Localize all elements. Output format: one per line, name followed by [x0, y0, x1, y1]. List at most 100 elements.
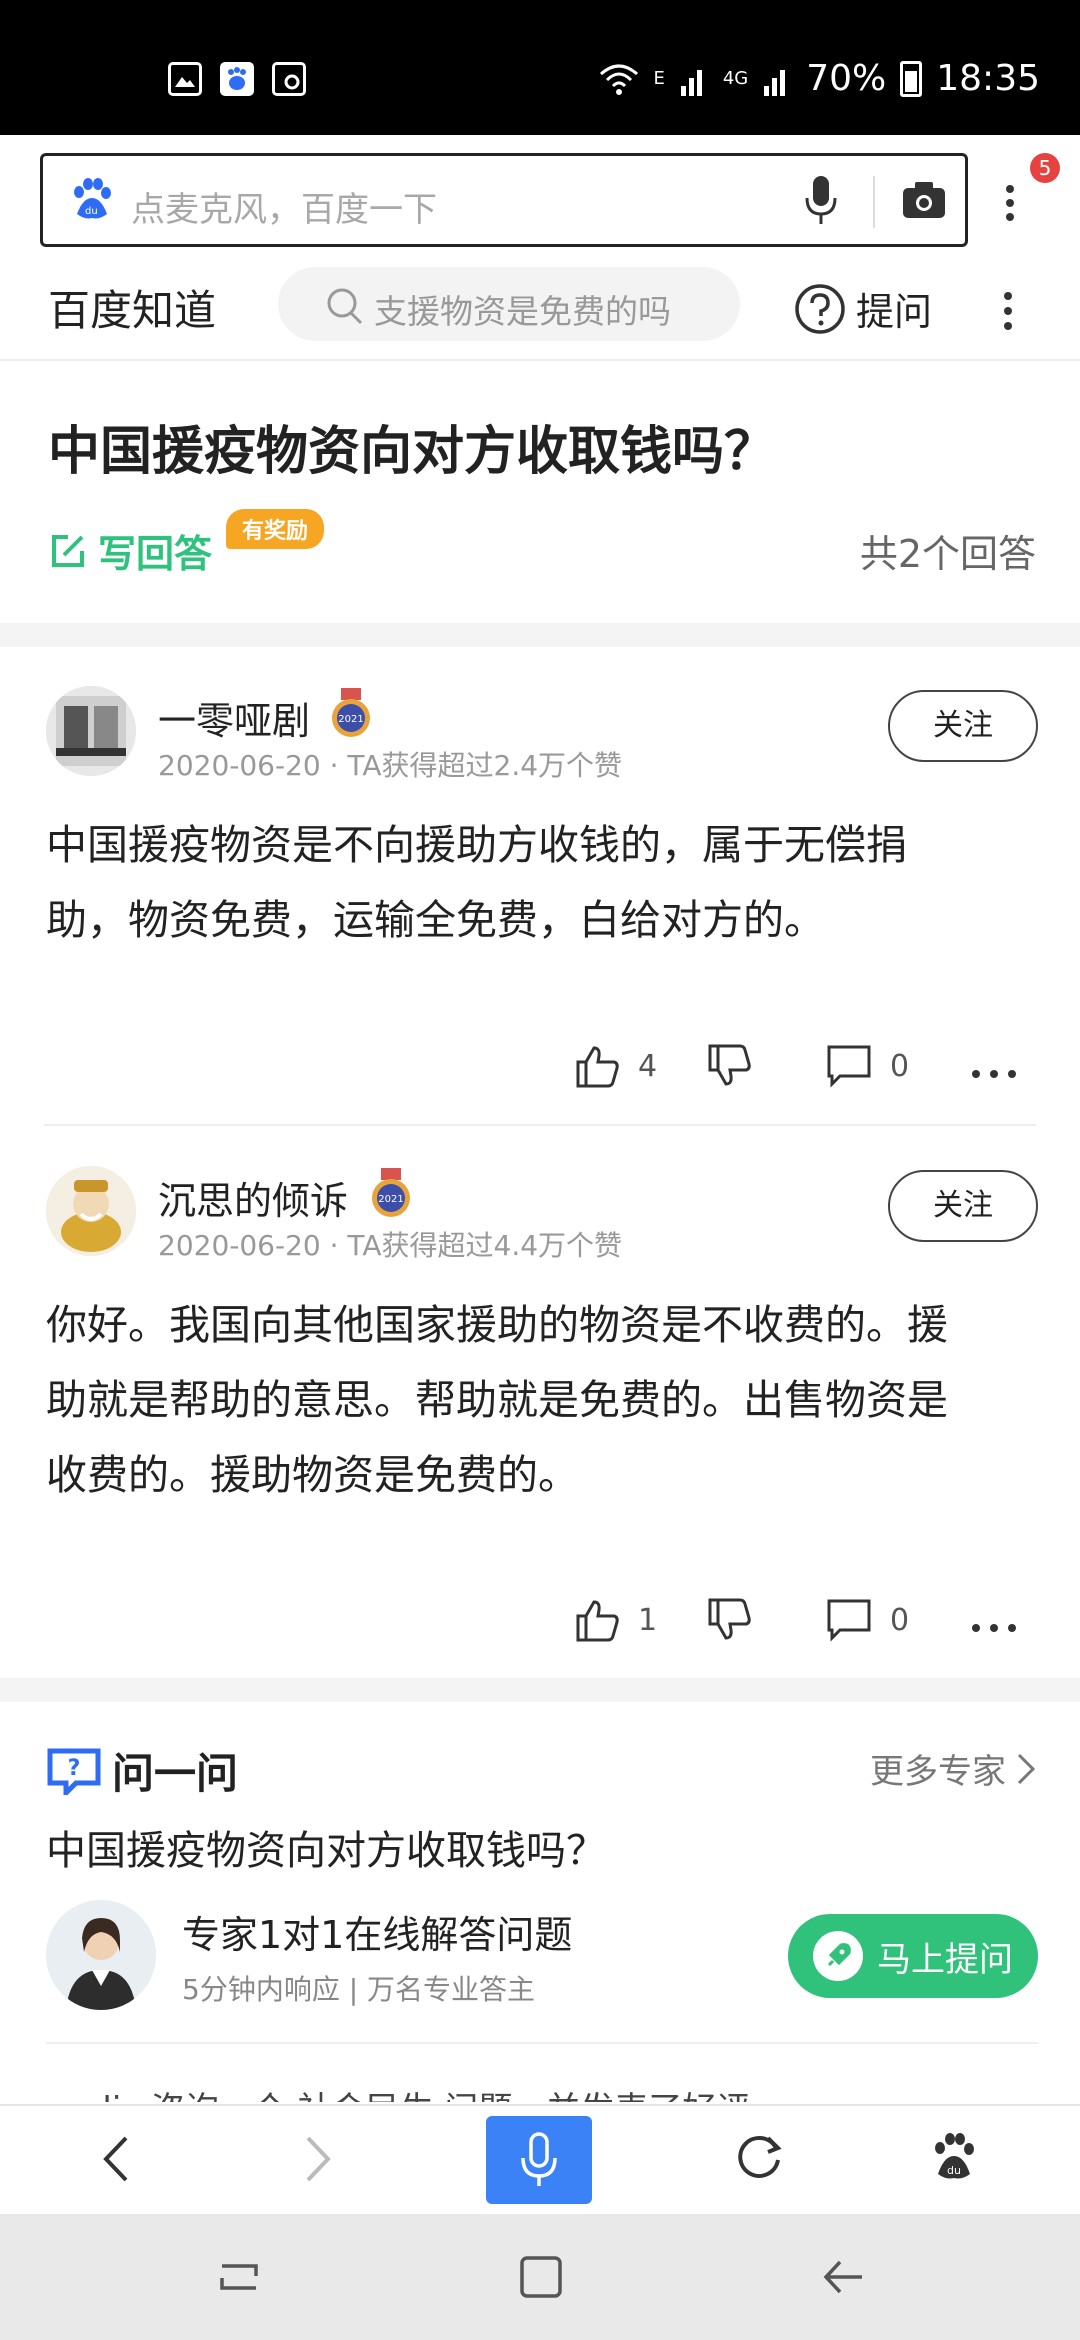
divider: [46, 2042, 1038, 2044]
avatar[interactable]: [46, 686, 136, 776]
expert-avatar: [46, 1900, 156, 2010]
browser-search-box[interactable]: du 点麦克风，百度一下: [40, 153, 968, 247]
medal-label: 2021: [378, 1194, 403, 1205]
network-small-label: E: [653, 68, 665, 89]
follow-button[interactable]: 关注: [888, 1170, 1038, 1242]
activity-row: garlic 咨询一个 社会民生 问题，并发表了好评: [46, 2082, 946, 2102]
zhidao-header: 百度知道 支援物资是免费的吗 提问: [0, 265, 1080, 361]
forward-icon[interactable]: [304, 2134, 334, 2184]
microphone-icon[interactable]: [803, 174, 839, 228]
voice-search-button[interactable]: [486, 2116, 592, 2204]
back-icon[interactable]: [100, 2134, 130, 2184]
ask-now-button[interactable]: 马上提问: [788, 1914, 1038, 1998]
network-label: 4G: [722, 68, 749, 89]
recent-apps-icon[interactable]: [216, 2254, 262, 2300]
search-separator: [873, 176, 875, 228]
thumbs-up-icon: [576, 1046, 619, 1088]
gallery-icon: [168, 62, 202, 96]
ask-section: ? 问一问 更多专家 中国援疫物资向对方收取钱吗？ 专家1对1在线解答问题 5分…: [0, 1700, 1080, 2102]
thumbs-down-icon: [708, 1044, 751, 1086]
search-icon: [327, 288, 363, 325]
wifi-icon: [600, 64, 639, 95]
search-placeholder: 点麦克风，百度一下: [131, 190, 437, 230]
expert-subtitle: 5分钟内响应 | 万名专业答主: [182, 1973, 536, 2006]
comment-icon: [827, 1599, 871, 1642]
ask-now-label: 马上提问: [877, 1939, 1013, 1980]
answer-line: 中国援疫物资是不向援助方收钱的，属于无偿捐: [46, 821, 907, 869]
help-circle-icon: [795, 283, 845, 334]
write-answer-label: 写回答: [98, 532, 213, 576]
medal-icon: 2021: [372, 1168, 410, 1217]
ask-question-text[interactable]: 中国援疫物资向对方收取钱吗？: [46, 1818, 606, 1876]
dislike-button[interactable]: [706, 1044, 752, 1088]
signal-icon: [680, 69, 702, 96]
like-button[interactable]: 4: [574, 1044, 657, 1088]
follow-button[interactable]: 关注: [888, 690, 1038, 762]
baidu-paw-icon[interactable]: du: [930, 2132, 978, 2182]
refresh-icon[interactable]: [734, 2132, 784, 2182]
microphone-icon: [521, 2132, 557, 2186]
more-experts-label: 更多专家: [870, 1752, 1006, 1792]
answer-actions: 4 0: [0, 1044, 1080, 1104]
answer-line: 你好。我国向其他国家援助的物资是不收费的。援: [46, 1301, 948, 1349]
more-experts-link[interactable]: 更多专家: [870, 1744, 1036, 1793]
question-title: 中国援疫物资向对方收取钱吗？: [48, 422, 777, 482]
question-block: 中国援疫物资向对方收取钱吗？ 写回答 有奖励 共2个回答: [0, 363, 1080, 623]
zhidao-search-input[interactable]: 支援物资是免费的吗: [278, 267, 740, 341]
comment-button[interactable]: 0: [826, 1598, 909, 1642]
zhidao-logo[interactable]: 百度知道: [48, 277, 216, 338]
home-icon[interactable]: [518, 2254, 564, 2300]
medal-icon: 2021: [332, 688, 370, 737]
like-count: 1: [638, 1602, 658, 1638]
answer-more-button[interactable]: [972, 1070, 1016, 1078]
comment-count: 0: [890, 1602, 910, 1638]
divider: [44, 1124, 1036, 1126]
ask-section-header: ? 问一问: [46, 1740, 238, 1801]
baidu-paw-icon: du: [74, 178, 111, 219]
answer-meta: 2020-06-20 · TA获得超过4.4万个赞: [158, 1229, 623, 1262]
ask-question-button[interactable]: 提问: [794, 281, 932, 336]
answer-line: 助，物资免费，运输全免费，白给对方的。: [46, 896, 825, 944]
ask-section-title: 问一问: [112, 1749, 239, 1798]
baidu-icon: [220, 62, 254, 96]
nav-back-icon[interactable]: [820, 2254, 866, 2300]
answer-line: 收费的。援助物资是免费的。: [46, 1451, 579, 1499]
notification-badge: 5: [1030, 153, 1060, 183]
section-gap: [0, 1678, 1080, 1702]
zhidao-more-button[interactable]: [1004, 285, 1012, 337]
svg-text:du: du: [947, 2164, 961, 2177]
thumbs-up-icon: [576, 1600, 619, 1642]
chevron-right-icon: [1017, 1753, 1036, 1784]
medal-label: 2021: [338, 714, 363, 725]
svg-text:?: ?: [68, 1756, 81, 1781]
avatar[interactable]: [46, 1166, 136, 1256]
screen-record-icon: [272, 62, 306, 96]
section-gap: [0, 623, 1080, 647]
write-answer-button[interactable]: 写回答: [48, 523, 212, 578]
status-bar: E 4G 70% 18:35: [0, 0, 1080, 135]
dislike-button[interactable]: [706, 1598, 752, 1642]
browser-menu-button[interactable]: [1006, 179, 1014, 227]
browser-bar: du 点麦克风，百度一下 5: [0, 135, 1080, 265]
camera-icon[interactable]: [901, 178, 947, 222]
rocket-icon: [813, 1931, 863, 1981]
username[interactable]: 一零哑剧: [158, 690, 310, 745]
signal-icon: [764, 69, 786, 96]
clock: 18:35: [936, 58, 1040, 99]
like-count: 4: [638, 1048, 658, 1084]
expert-title: 专家1对1在线解答问题: [182, 1913, 573, 1957]
thumbs-down-icon: [708, 1598, 751, 1640]
answer-text: 你好。我国向其他国家援助的物资是不收费的。援 助就是帮助的意思。帮助就是免费的。…: [46, 1288, 1036, 1513]
answer-line: 助就是帮助的意思。帮助就是免费的。出售物资是: [46, 1376, 948, 1424]
like-button[interactable]: 1: [574, 1598, 657, 1642]
username[interactable]: 沉思的倾诉: [158, 1170, 348, 1225]
reward-tag: 有奖励: [226, 509, 325, 549]
answer-more-button[interactable]: [972, 1624, 1016, 1632]
system-nav-bar: [0, 2214, 1080, 2340]
ask-label: 提问: [856, 290, 933, 334]
ask-logo-icon: ?: [47, 1748, 101, 1795]
comment-button[interactable]: 0: [826, 1044, 909, 1088]
comment-count: 0: [890, 1048, 910, 1084]
battery-icon: [900, 60, 923, 97]
svg-text:du: du: [85, 206, 98, 217]
